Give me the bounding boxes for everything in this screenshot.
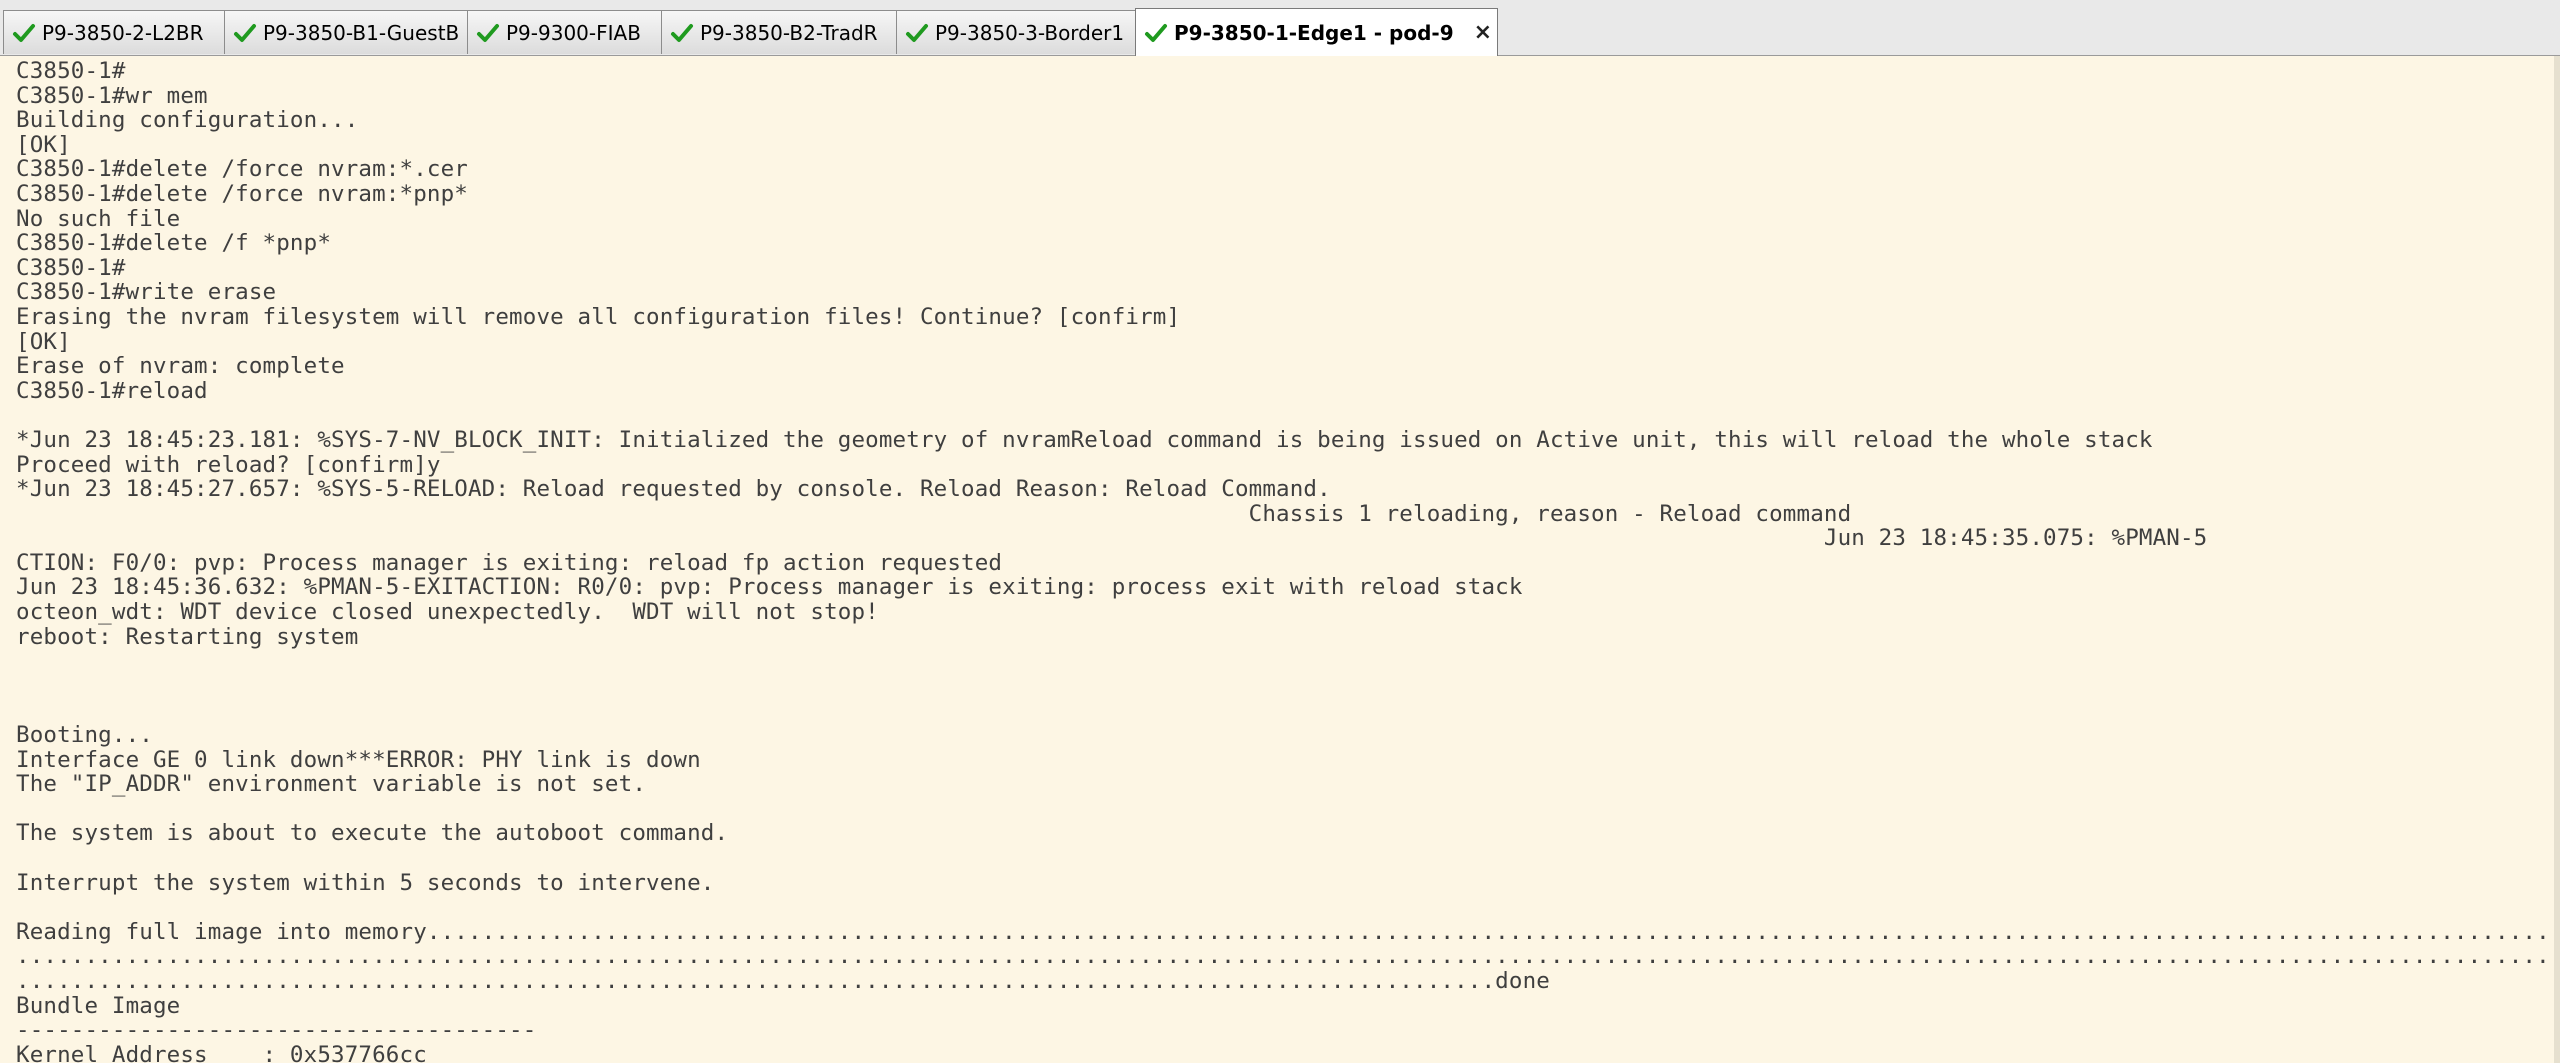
terminal-output[interactable]: C3850-1# C3850-1#wr mem Building configura… bbox=[0, 56, 2560, 1063]
tab-label: P9-3850-B2-TradR bbox=[700, 20, 878, 45]
terminal-line: No such file bbox=[16, 205, 181, 232]
terminal-line: octeon_wdt: WDT device closed unexpected… bbox=[16, 599, 879, 626]
terminal-line: CTION: F0/0: pvp: Process manager is exi… bbox=[16, 549, 1003, 576]
terminal-line: Jun 23 18:45:35.075: %PMAN-5 bbox=[16, 525, 2208, 552]
tab-label: P9-3850-1-Edge1 - pod-9 bbox=[1174, 21, 1454, 45]
tab-p9-3850-1-edge1-pod-9[interactable]: P9-3850-1-Edge1 - pod-9 × bbox=[1135, 8, 1498, 57]
terminal-line: *Jun 23 18:45:23.181: %SYS-7-NV_BLOCK_IN… bbox=[16, 426, 2153, 453]
terminal-line: C3850-1#delete /force nvram:*pnp* bbox=[16, 180, 468, 207]
terminal-line: C3850-1#write erase bbox=[16, 279, 277, 306]
scrollbar[interactable] bbox=[2554, 56, 2560, 1063]
terminal-line: C3850-1# bbox=[16, 254, 126, 281]
terminal-line: Bundle Image bbox=[16, 992, 181, 1019]
tab-p9-3850-2-l2br[interactable]: P9-3850-2-L2BR bbox=[3, 10, 225, 54]
green-check-icon bbox=[671, 23, 693, 42]
tab-p9-9300-fiab[interactable]: P9-9300-FIAB bbox=[467, 10, 662, 54]
terminal-line: [OK] bbox=[16, 131, 71, 158]
green-check-icon bbox=[234, 23, 256, 42]
terminal-line: [OK] bbox=[16, 328, 71, 355]
terminal-text: C3850-1# C3850-1#wr mem Building configura… bbox=[16, 59, 2560, 1063]
terminal-line: C3850-1#wr mem bbox=[16, 82, 208, 109]
terminal-line: ........................................… bbox=[16, 967, 1550, 994]
terminal-line: Proceed with reload? [confirm]y bbox=[16, 451, 441, 478]
terminal-line: *Jun 23 18:45:27.657: %SYS-5-RELOAD: Rel… bbox=[16, 476, 1331, 503]
tab-label: P9-9300-FIAB bbox=[506, 20, 641, 45]
tab-bar: P9-3850-2-L2BR P9-3850-B1-GuestB P9-9300… bbox=[0, 0, 2560, 57]
terminal-line: C3850-1#delete /f *pnp* bbox=[16, 230, 332, 257]
green-check-icon bbox=[477, 23, 499, 42]
terminal-line: Erase of nvram: complete bbox=[16, 353, 345, 380]
terminal-line: Jun 23 18:45:36.632: %PMAN-5-EXITACTION:… bbox=[16, 574, 1523, 601]
terminal-line: C3850-1#delete /force nvram:*.cer bbox=[16, 156, 468, 183]
tab-p9-3850-b1-guestb[interactable]: P9-3850-B1-GuestB bbox=[224, 10, 468, 54]
terminal-line: Erasing the nvram filesystem will remove… bbox=[16, 303, 1181, 330]
terminal-line: C3850-1# bbox=[16, 58, 126, 84]
terminal-line: C3850-1#reload bbox=[16, 377, 208, 404]
green-check-icon bbox=[13, 23, 35, 42]
terminal-line: The system is about to execute the autob… bbox=[16, 820, 729, 847]
close-icon[interactable]: × bbox=[1474, 22, 1492, 44]
terminal-line: -------------------------------------- bbox=[16, 1017, 537, 1044]
tab-label: P9-3850-2-L2BR bbox=[42, 20, 204, 45]
terminal-line: The "IP_ADDR" environment variable is no… bbox=[16, 771, 647, 798]
green-check-icon bbox=[906, 23, 928, 42]
terminal-line: Booting... bbox=[16, 722, 153, 749]
terminal-line: Chassis 1 reloading, reason - Reload com… bbox=[16, 500, 1852, 527]
tab-label: P9-3850-B1-GuestB bbox=[263, 20, 460, 45]
tab-p9-3850-3-border1[interactable]: P9-3850-3-Border1 bbox=[896, 10, 1136, 54]
terminal-line: Interface GE 0 link down***ERROR: PHY li… bbox=[16, 746, 701, 773]
terminal-line: Interrupt the system within 5 seconds to… bbox=[16, 869, 715, 896]
terminal-line: reboot: Restarting system bbox=[16, 623, 359, 650]
tab-label: P9-3850-3-Border1 bbox=[935, 20, 1125, 45]
terminal-line: ........................................… bbox=[16, 943, 2560, 970]
green-check-icon bbox=[1145, 24, 1167, 42]
tab-p9-3850-b2-tradr[interactable]: P9-3850-B2-TradR bbox=[661, 10, 897, 54]
terminal-line: Kernel Address : 0x537766cc bbox=[16, 1041, 427, 1063]
terminal-line: Reading full image into memory..........… bbox=[16, 918, 2560, 945]
terminal-line: Building configuration... bbox=[16, 107, 359, 134]
